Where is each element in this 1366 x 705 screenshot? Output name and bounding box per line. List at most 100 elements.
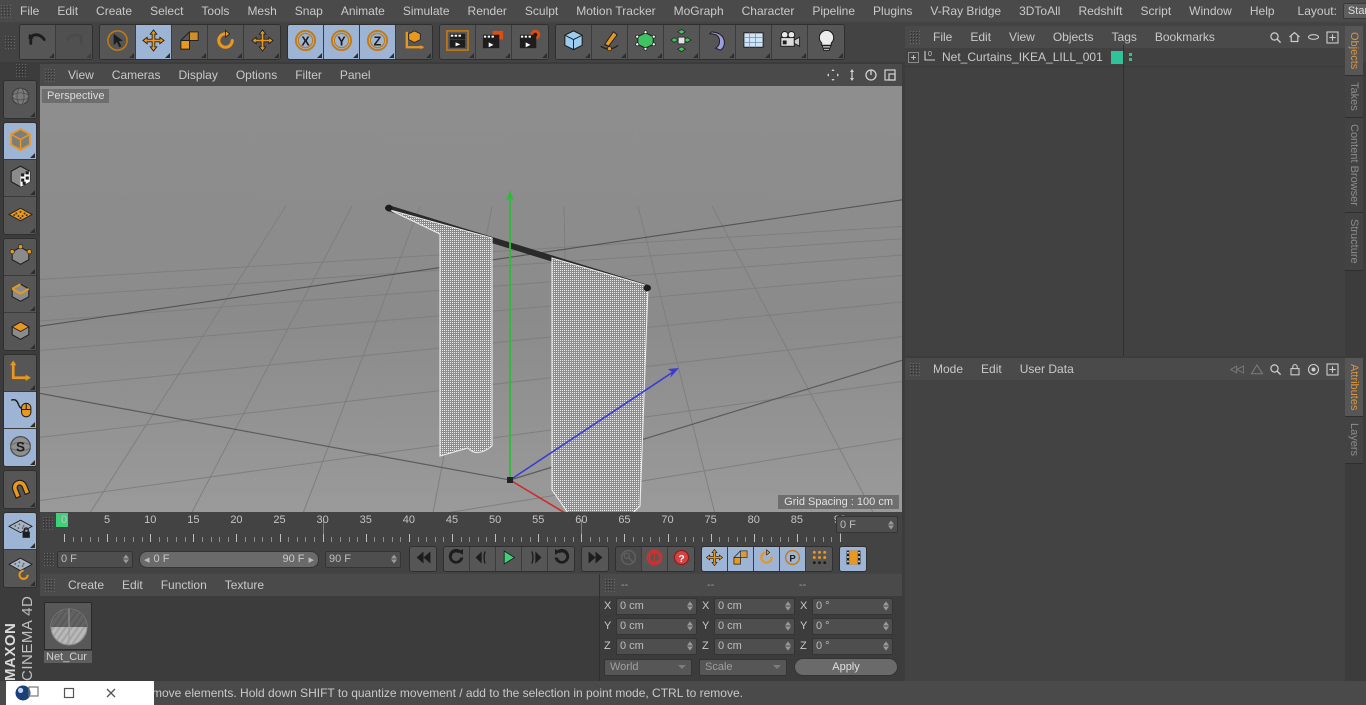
menu-item-user-data[interactable]: User Data: [1011, 358, 1083, 380]
menu-item-help[interactable]: Help: [1241, 0, 1284, 22]
points-mode-button[interactable]: [4, 239, 36, 276]
rotate-tool[interactable]: [208, 25, 244, 59]
menu-item-panel[interactable]: Panel: [331, 64, 380, 86]
stepper-icon[interactable]: [123, 554, 129, 564]
position-z-field[interactable]: 0 cm: [616, 637, 697, 655]
enable-axis-modification-button[interactable]: [4, 392, 36, 429]
menu-item-snap[interactable]: Snap: [286, 0, 332, 22]
left-toolbar-grip-handle[interactable]: [14, 63, 26, 77]
menu-item-filter[interactable]: Filter: [286, 64, 331, 86]
menu-item-pipeline[interactable]: Pipeline: [803, 0, 864, 22]
autokeying-button[interactable]: [642, 547, 668, 571]
plus-box-icon[interactable]: [1324, 29, 1341, 46]
lock-workplane-button[interactable]: [4, 513, 36, 550]
uv-mesh-mode-button[interactable]: [4, 197, 36, 234]
add-camera-button[interactable]: [772, 25, 808, 59]
range-right-arrow-icon[interactable]: ▸: [308, 553, 314, 566]
orbit-icon[interactable]: [862, 67, 879, 84]
position-x-field[interactable]: 0 cm: [616, 597, 697, 615]
record-pla-button[interactable]: P: [780, 547, 806, 571]
current-frame-field[interactable]: 0 F: [836, 516, 898, 533]
menu-item-function[interactable]: Function: [152, 574, 216, 596]
record-position-button[interactable]: [702, 547, 728, 571]
go-to-previous-frame-button[interactable]: [470, 547, 496, 571]
menu-item-mograph[interactable]: MoGraph: [665, 0, 733, 22]
add-nurbs-button[interactable]: [628, 25, 664, 59]
menu-item-tools[interactable]: Tools: [192, 0, 238, 22]
menu-item-render[interactable]: Render: [459, 0, 516, 22]
live-selection-tool[interactable]: [100, 25, 136, 59]
timeline-ruler[interactable]: 051015202530354045505560657075808590: [56, 512, 846, 542]
menu-item-view[interactable]: View: [59, 64, 103, 86]
target-icon[interactable]: [1305, 361, 1322, 378]
point-level-animation-button[interactable]: [806, 547, 832, 571]
menu-item-animate[interactable]: Animate: [332, 0, 394, 22]
menu-item-cameras[interactable]: Cameras: [103, 64, 170, 86]
add-light-button[interactable]: [808, 25, 844, 59]
tab-layers[interactable]: Layers: [1345, 417, 1363, 464]
stepper-icon[interactable]: [687, 641, 693, 651]
scale-tool[interactable]: [172, 25, 208, 59]
menu-item-motion-tracker[interactable]: Motion Tracker: [567, 0, 664, 22]
polygons-mode-button[interactable]: [4, 313, 36, 350]
y-axis-toggle[interactable]: Y: [324, 25, 360, 59]
tab-content-browser[interactable]: Content Browser: [1345, 118, 1363, 213]
object-grip-handle[interactable]: [909, 30, 920, 44]
texture-mode-button[interactable]: [4, 160, 36, 197]
menu-item-file[interactable]: File: [11, 0, 48, 22]
menu-item-tags[interactable]: Tags: [1103, 26, 1146, 48]
menu-item-edit[interactable]: Edit: [113, 574, 152, 596]
stepper-icon[interactable]: [785, 621, 791, 631]
object-axis-mode-button[interactable]: [4, 355, 36, 392]
plus-box-icon[interactable]: [1324, 361, 1341, 378]
attribute-body[interactable]: [905, 380, 1345, 681]
stepper-icon[interactable]: [883, 641, 889, 651]
undo-button[interactable]: [20, 25, 56, 59]
coordinate-system-select[interactable]: World: [604, 658, 692, 676]
keyframe-selection-button[interactable]: ?: [668, 547, 694, 571]
add-array-button[interactable]: [664, 25, 700, 59]
world-coordinates-button[interactable]: S: [4, 429, 36, 466]
stepper-icon[interactable]: [687, 621, 693, 631]
material-preview[interactable]: [44, 602, 92, 650]
tab-structure[interactable]: Structure: [1345, 212, 1363, 271]
menu-item-create[interactable]: Create: [87, 0, 141, 22]
apply-button[interactable]: Apply: [794, 658, 898, 676]
tab-takes[interactable]: Takes: [1345, 76, 1363, 119]
expand-icon[interactable]: [908, 51, 919, 63]
material-grip-handle[interactable]: [44, 578, 55, 592]
lock-icon[interactable]: [1286, 361, 1303, 378]
viewport-grip-handle[interactable]: [44, 68, 55, 82]
start-frame-field[interactable]: 0 F: [57, 550, 133, 568]
add-deformer-button[interactable]: [700, 25, 736, 59]
play-button[interactable]: [496, 547, 522, 571]
viewport-3d[interactable]: Y Z X Perspective Grid Spacing : 100 cm: [40, 86, 902, 512]
menu-item-create[interactable]: Create: [59, 574, 113, 596]
menu-item-mode[interactable]: Mode: [924, 358, 972, 380]
render-view-button[interactable]: [440, 25, 476, 59]
menu-item-objects[interactable]: Objects: [1044, 26, 1103, 48]
layout-select[interactable]: Startup: [1342, 3, 1366, 19]
object-list[interactable]: 0 Net_Curtains_IKEA_LILL_001: [905, 48, 1345, 356]
redo-button[interactable]: [56, 25, 92, 59]
material-item[interactable]: Net_Cur: [44, 602, 96, 663]
x-axis-toggle[interactable]: X: [288, 25, 324, 59]
minimize-icon[interactable]: [48, 681, 90, 705]
snap-magnet-button[interactable]: [4, 471, 36, 508]
menu-item-file[interactable]: File: [924, 26, 961, 48]
timeline-view-button[interactable]: [840, 547, 866, 571]
menu-item-display[interactable]: Display: [169, 64, 226, 86]
end-frame-field[interactable]: 90 F: [325, 550, 401, 568]
size-x-field[interactable]: 0 cm: [714, 597, 795, 615]
move-tool[interactable]: [136, 25, 172, 59]
stepper-icon[interactable]: [888, 520, 894, 529]
move-alt-tool[interactable]: [244, 25, 280, 59]
size-z-field[interactable]: 0 cm: [714, 637, 795, 655]
menu-item-edit[interactable]: Edit: [972, 358, 1011, 380]
menu-item-3dtoall[interactable]: 3DToAll: [1010, 0, 1069, 22]
record-rotation-button[interactable]: [754, 547, 780, 571]
menu-grip-handle[interactable]: [0, 4, 11, 18]
menu-item-texture[interactable]: Texture: [216, 574, 273, 596]
range-left-arrow-icon[interactable]: ◂: [144, 553, 150, 566]
tab-attributes[interactable]: Attributes: [1345, 358, 1363, 418]
